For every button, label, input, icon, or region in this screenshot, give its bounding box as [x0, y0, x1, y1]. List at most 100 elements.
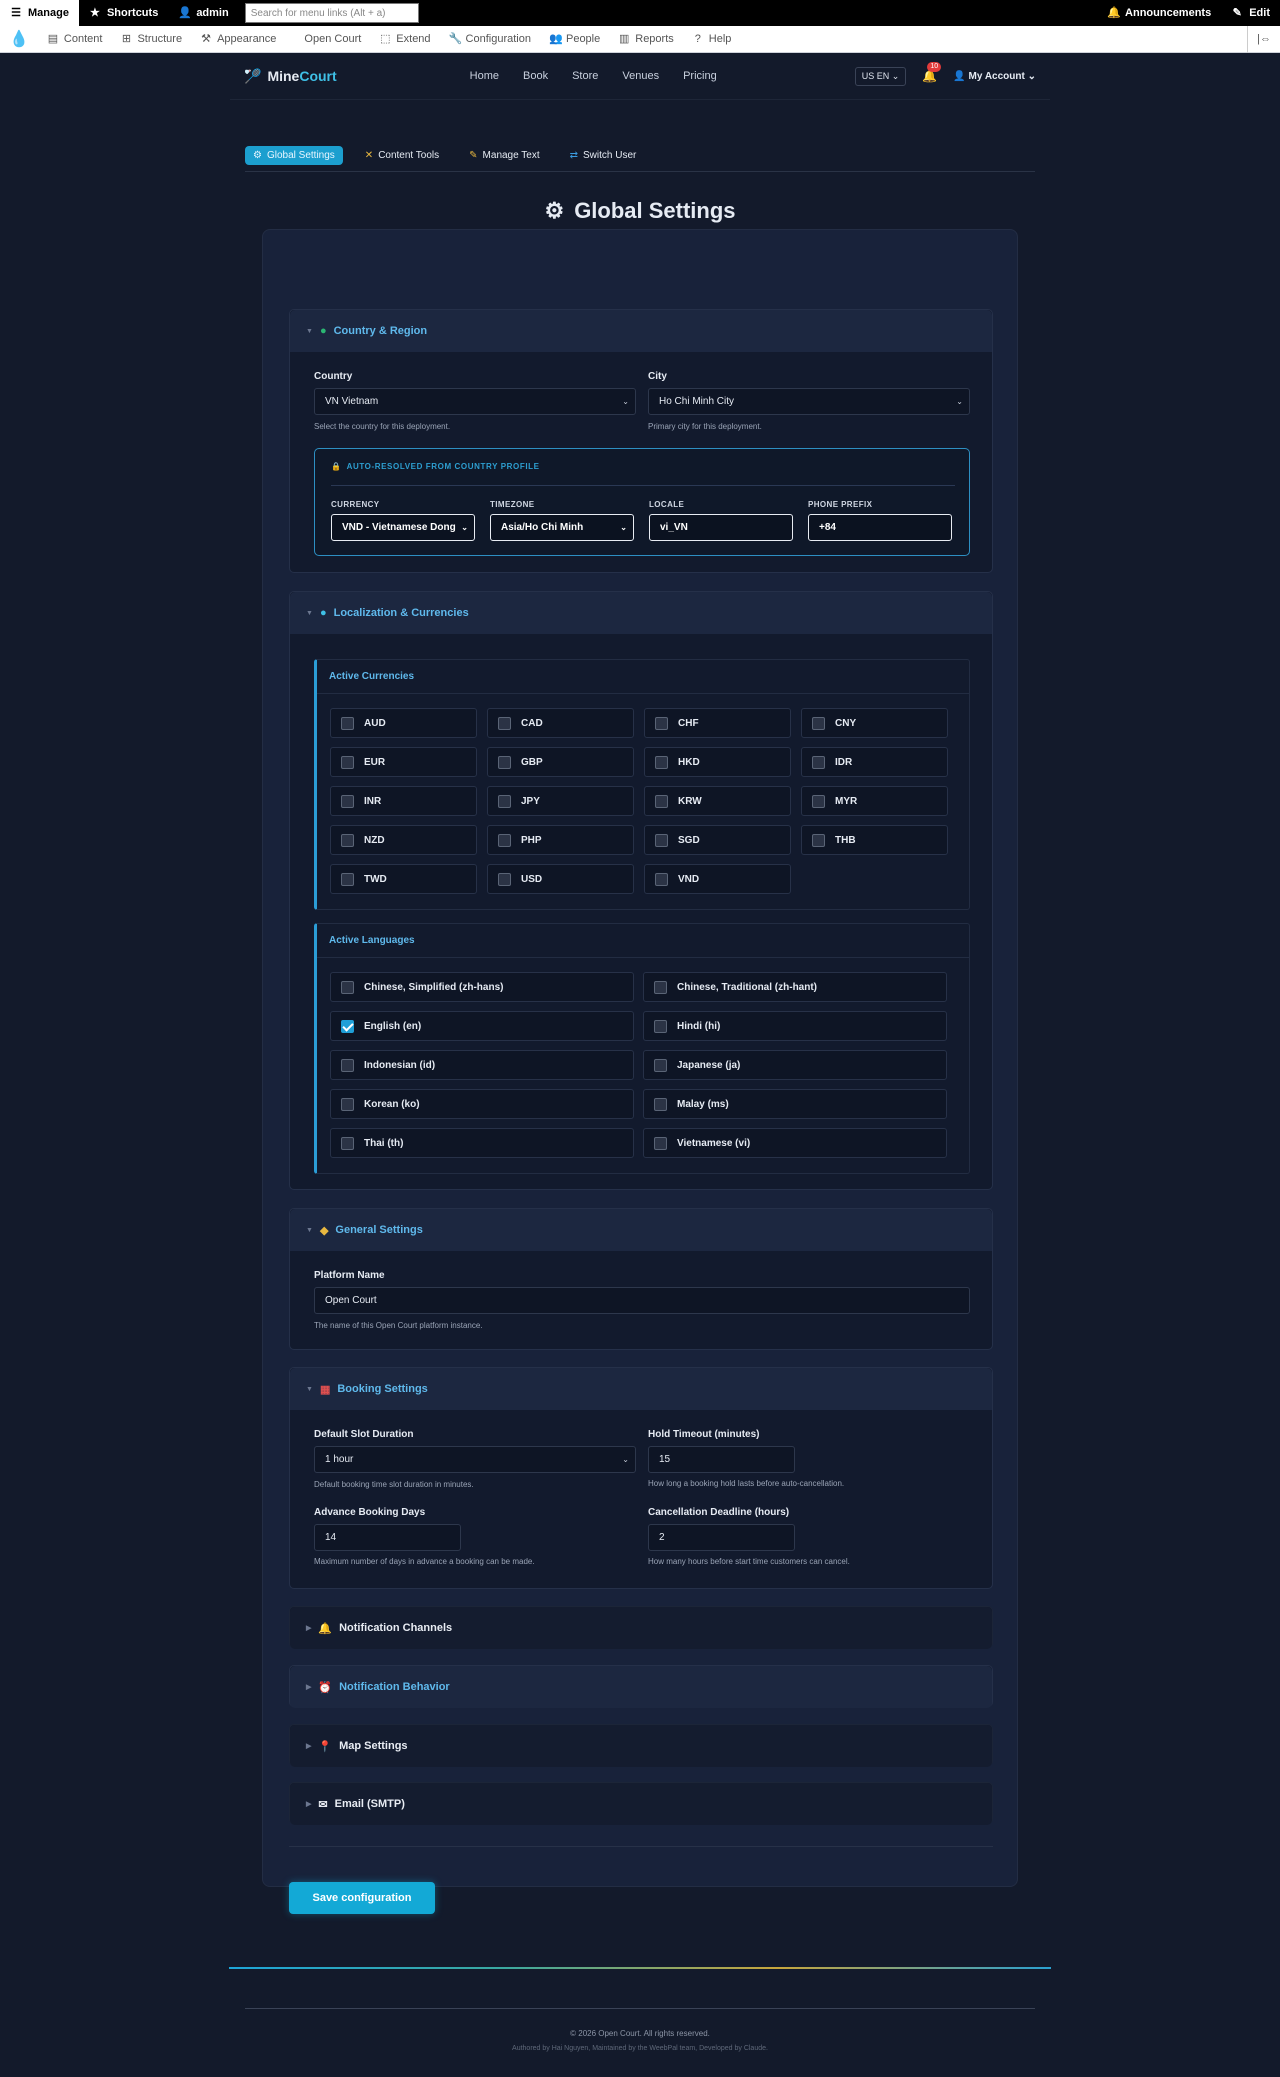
section-notification-channels[interactable]: ▶ 🔔 Notification Channels	[289, 1606, 993, 1649]
toggle-orientation-button[interactable]: |⇔	[1247, 25, 1280, 53]
currency-checkbox-item[interactable]: TWD	[330, 864, 477, 894]
checkbox[interactable]	[341, 1097, 354, 1111]
language-checkbox-item[interactable]: Vietnamese (vi)	[643, 1128, 947, 1158]
language-checkbox-item[interactable]: Chinese, Simplified (zh-hans)	[330, 972, 634, 1002]
section-header[interactable]: ▼ ● Country & Region	[290, 310, 992, 352]
language-checkbox-item[interactable]: Thai (th)	[330, 1128, 634, 1158]
locale-field[interactable]: vi_VN	[649, 514, 793, 541]
nav-home[interactable]: Home	[470, 70, 499, 82]
nav-book[interactable]: Book	[523, 70, 548, 82]
menu-structure[interactable]: ⊞ Structure	[111, 26, 191, 53]
language-checkbox-item[interactable]: Hindi (hi)	[643, 1011, 947, 1041]
currency-checkbox-item[interactable]: SGD	[644, 825, 791, 855]
currency-checkbox-item[interactable]: CAD	[487, 708, 634, 738]
nav-store[interactable]: Store	[572, 70, 598, 82]
menu-people[interactable]: 👥 People	[540, 26, 609, 53]
currency-checkbox-item[interactable]: JPY	[487, 786, 634, 816]
save-configuration-button[interactable]: Save configuration	[289, 1882, 435, 1914]
language-checkbox-item[interactable]: Korean (ko)	[330, 1089, 634, 1119]
currency-checkbox-item[interactable]: VND	[644, 864, 791, 894]
currency-checkbox-item[interactable]: MYR	[801, 786, 948, 816]
menu-search-input[interactable]: Search for menu links (Alt + a)	[244, 3, 419, 23]
currency-checkbox-item[interactable]: EUR	[330, 747, 477, 777]
language-switcher[interactable]: US EN ⌄	[854, 66, 907, 86]
checkbox[interactable]	[812, 833, 825, 847]
manage-button[interactable]: ☰ Manage	[0, 0, 79, 26]
checkbox[interactable]	[654, 1097, 667, 1111]
menu-open-court[interactable]: Open Court	[295, 26, 370, 53]
currency-checkbox-item[interactable]: NZD	[330, 825, 477, 855]
language-checkbox-item[interactable]: Chinese, Traditional (zh-hant)	[643, 972, 947, 1002]
menu-content[interactable]: ▤ Content	[38, 26, 112, 53]
phone-prefix-field[interactable]: +84	[808, 514, 952, 541]
checkbox[interactable]	[654, 1019, 667, 1033]
checkbox[interactable]	[655, 716, 668, 730]
checkbox[interactable]	[655, 794, 668, 808]
checkbox[interactable]	[498, 794, 511, 808]
site-logo[interactable]: 🏸 MineCourt	[244, 68, 337, 85]
tab-switch-user[interactable]: ⇄ Switch User	[562, 146, 645, 165]
checkbox[interactable]	[812, 716, 825, 730]
language-checkbox-item[interactable]: Indonesian (id)	[330, 1050, 634, 1080]
announcements-button[interactable]: 🔔 Announcements	[1097, 0, 1221, 26]
nav-pricing[interactable]: Pricing	[683, 70, 717, 82]
nav-venues[interactable]: Venues	[622, 70, 659, 82]
checkbox[interactable]	[655, 833, 668, 847]
platform-name-input[interactable]: Open Court	[314, 1287, 970, 1314]
currency-checkbox-item[interactable]: AUD	[330, 708, 477, 738]
checkbox[interactable]	[341, 872, 354, 886]
checkbox[interactable]	[655, 755, 668, 769]
tab-content-tools[interactable]: ✕ Content Tools	[357, 146, 447, 165]
checkbox[interactable]	[341, 1019, 354, 1033]
user-button[interactable]: 👤 admin	[168, 0, 238, 26]
checkbox[interactable]	[498, 716, 511, 730]
section-email-smtp[interactable]: ▶ ✉ Email (SMTP)	[289, 1782, 993, 1825]
timezone-select[interactable]: Asia/Ho Chi Minh ⌄	[490, 514, 634, 541]
shortcuts-button[interactable]: ★ Shortcuts	[79, 0, 168, 26]
checkbox[interactable]	[654, 1058, 667, 1072]
currency-checkbox-item[interactable]: CHF	[644, 708, 791, 738]
currency-checkbox-item[interactable]: HKD	[644, 747, 791, 777]
language-checkbox-item[interactable]: Malay (ms)	[643, 1089, 947, 1119]
language-checkbox-item[interactable]: Japanese (ja)	[643, 1050, 947, 1080]
currency-select[interactable]: VND - Vietnamese Dong ⌄	[331, 514, 475, 541]
currency-checkbox-item[interactable]: THB	[801, 825, 948, 855]
checkbox[interactable]	[498, 833, 511, 847]
my-account-menu[interactable]: 👤 My Account ⌄	[953, 71, 1036, 82]
slot-duration-select[interactable]: 1 hour ⌄	[314, 1446, 636, 1473]
advance-days-input[interactable]: 14	[314, 1524, 461, 1551]
section-notification-behavior[interactable]: ▶ ⏰ Notification Behavior	[289, 1665, 993, 1708]
currency-checkbox-item[interactable]: IDR	[801, 747, 948, 777]
checkbox[interactable]	[341, 833, 354, 847]
notifications-bell-icon[interactable]: 🔔 10	[922, 62, 942, 83]
language-checkbox-item[interactable]: English (en)	[330, 1011, 634, 1041]
country-select[interactable]: VN Vietnam ⌄	[314, 388, 636, 415]
checkbox[interactable]	[341, 755, 354, 769]
menu-appearance[interactable]: ⚒ Appearance	[191, 26, 285, 53]
checkbox[interactable]	[654, 1136, 667, 1150]
edit-button[interactable]: ✎ Edit	[1221, 0, 1280, 26]
menu-configuration[interactable]: 🔧 Configuration	[440, 26, 540, 53]
checkbox[interactable]	[812, 794, 825, 808]
checkbox[interactable]	[498, 872, 511, 886]
section-map-settings[interactable]: ▶ 📍 Map Settings	[289, 1724, 993, 1767]
section-header[interactable]: ▼ ◆ General Settings	[290, 1209, 992, 1251]
checkbox[interactable]	[341, 794, 354, 808]
currency-checkbox-item[interactable]: CNY	[801, 708, 948, 738]
tab-global-settings[interactable]: ⚙ Global Settings	[245, 146, 343, 165]
checkbox[interactable]	[498, 755, 511, 769]
tab-manage-text[interactable]: ✎ Manage Text	[461, 146, 547, 165]
section-header[interactable]: ▼ ▦ Booking Settings	[290, 1368, 992, 1410]
checkbox[interactable]	[341, 1058, 354, 1072]
checkbox[interactable]	[654, 980, 667, 994]
menu-help[interactable]: ? Help	[683, 26, 741, 53]
checkbox[interactable]	[341, 716, 354, 730]
city-select[interactable]: Ho Chi Minh City ⌄	[648, 388, 970, 415]
currency-checkbox-item[interactable]: INR	[330, 786, 477, 816]
checkbox[interactable]	[341, 980, 354, 994]
checkbox[interactable]	[812, 755, 825, 769]
menu-reports[interactable]: ▥ Reports	[609, 26, 683, 53]
hold-timeout-input[interactable]: 15	[648, 1446, 795, 1473]
currency-checkbox-item[interactable]: KRW	[644, 786, 791, 816]
drupal-logo-icon[interactable]: 💧	[0, 26, 38, 53]
